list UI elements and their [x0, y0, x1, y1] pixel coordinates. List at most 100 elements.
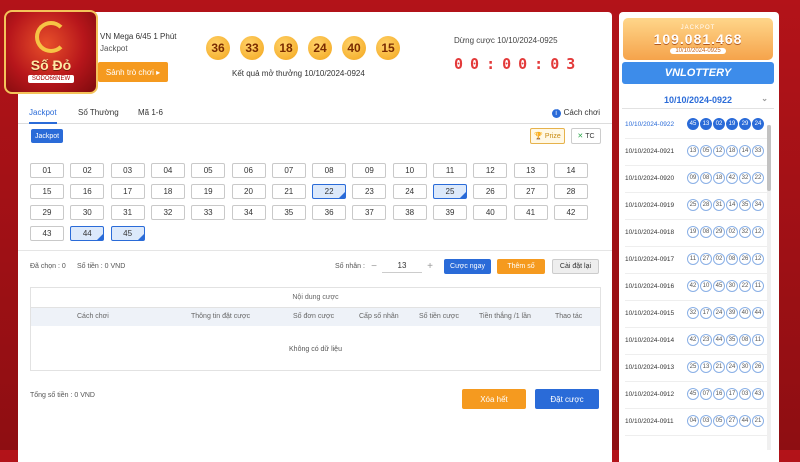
number-option[interactable]: 06	[231, 163, 266, 178]
number-option[interactable]: 29	[30, 205, 64, 220]
how-to-play-link[interactable]: i Cách chơi	[551, 108, 600, 118]
number-option[interactable]: 35	[271, 205, 306, 220]
history-row[interactable]: 10/10/2024-0921 13 05 12 18 14 33	[625, 145, 767, 161]
number-option[interactable]: 02	[70, 163, 105, 178]
number-option[interactable]: 26	[473, 184, 508, 199]
column-header: Cách chơi	[77, 313, 109, 320]
multiplier-input[interactable]	[382, 259, 422, 273]
number-option[interactable]: 30	[70, 205, 105, 220]
history-ball: 13	[700, 118, 712, 130]
number-option[interactable]: 04	[150, 163, 185, 178]
number-option[interactable]: 17	[110, 184, 145, 199]
history-row[interactable]: 10/10/2024-0922 45 13 02 19 29 24	[625, 118, 767, 134]
clear-all-button[interactable]: Xóa hết	[462, 389, 526, 409]
jackpot-pill[interactable]: Jackpot	[31, 129, 63, 143]
number-option[interactable]: 07	[271, 163, 306, 178]
number-option[interactable]: 42	[553, 205, 588, 220]
number-option[interactable]: 23	[352, 184, 387, 199]
history-draw-code: 10/10/2024-0918	[625, 229, 675, 236]
number-option[interactable]: 31	[110, 205, 145, 220]
divider	[18, 250, 612, 251]
number-option[interactable]: 40	[473, 205, 508, 220]
column-header: Thông tin đặt cược	[191, 313, 251, 320]
history-ball: 43	[752, 388, 764, 400]
add-number-button[interactable]: Thêm số	[497, 259, 545, 274]
history-draw-code: 10/10/2024-0917	[625, 256, 675, 263]
multiplier-minus-button[interactable]: −	[367, 259, 381, 273]
history-divider	[625, 300, 767, 301]
prize-button[interactable]: 🏆 Prize	[530, 128, 565, 144]
history-ball: 44	[752, 307, 764, 319]
countdown-digit: 0	[470, 55, 480, 73]
number-option[interactable]: 03	[110, 163, 145, 178]
number-option[interactable]: 18	[150, 184, 185, 199]
history-ball: 29	[713, 226, 725, 238]
number-option[interactable]: 13	[513, 163, 548, 178]
tab-normal-number[interactable]: Số Thường	[78, 108, 119, 117]
number-option[interactable]: 39	[433, 205, 467, 220]
history-draw-code: 10/10/2024-0911	[625, 418, 674, 425]
number-option[interactable]: 24	[392, 184, 427, 199]
history-row[interactable]: 10/10/2024-0917 11 27 02 08 26 12	[625, 253, 767, 269]
number-option[interactable]: 10	[392, 163, 427, 178]
number-option[interactable]: 11	[433, 163, 467, 178]
history-scrollbar[interactable]	[767, 125, 771, 450]
game-hall-button[interactable]: Sảnh trò chơi ▸	[98, 62, 168, 82]
draw-selector[interactable]: 10/10/2024-0922 ⌄	[622, 91, 774, 109]
history-row[interactable]: 10/10/2024-0918 19 08 29 02 32 12	[625, 226, 767, 242]
history-row[interactable]: 10/10/2024-0919 25 28 31 14 35 34	[625, 199, 767, 215]
history-ball: 19	[726, 118, 738, 130]
reset-button[interactable]: Cài đặt lại	[552, 259, 599, 274]
tc-button[interactable]: ✕ TC	[571, 128, 601, 144]
number-option[interactable]: 14	[553, 163, 588, 178]
history-row[interactable]: 10/10/2024-0916 42 10 45 30 22 11	[625, 280, 767, 296]
number-option[interactable]: 45	[110, 226, 145, 241]
history-row[interactable]: 10/10/2024-0911 04 03 05 27 44 21	[625, 415, 767, 431]
number-option[interactable]: 22	[312, 184, 347, 199]
history-ball: 09	[687, 172, 699, 184]
number-option[interactable]: 25	[433, 184, 467, 199]
number-option[interactable]: 01	[30, 163, 64, 178]
vnlottery-banner[interactable]: VNLOTTERY	[622, 62, 774, 84]
number-option[interactable]: 09	[352, 163, 387, 178]
result-ball: 40	[342, 36, 366, 60]
history-divider	[625, 273, 767, 274]
tab-code-1-6[interactable]: Mã 1-6	[138, 108, 163, 117]
number-option[interactable]: 27	[513, 184, 548, 199]
number-option[interactable]: 28	[553, 184, 588, 199]
history-row[interactable]: 10/10/2024-0914 42 23 44 35 08 11	[625, 334, 767, 350]
history-row[interactable]: 10/10/2024-0920 09 08 18 42 32 22	[625, 172, 767, 188]
number-option[interactable]: 41	[513, 205, 548, 220]
history-row[interactable]: 10/10/2024-0912 45 07 16 17 03 43	[625, 388, 767, 404]
history-ball: 26	[752, 361, 764, 373]
number-option[interactable]: 44	[70, 226, 105, 241]
number-option[interactable]: 19	[191, 184, 226, 199]
number-option[interactable]: 12	[473, 163, 508, 178]
number-option[interactable]: 15	[30, 184, 64, 199]
scroll-thumb[interactable]	[767, 125, 771, 191]
number-option[interactable]: 20	[231, 184, 266, 199]
number-option[interactable]: 32	[150, 205, 185, 220]
number-option[interactable]: 05	[191, 163, 226, 178]
jackpot-amount: 109.081.468	[653, 30, 743, 47]
number-option[interactable]: 37	[352, 205, 387, 220]
number-option[interactable]: 08	[312, 163, 347, 178]
number-option[interactable]: 43	[30, 226, 64, 241]
number-option[interactable]: 34	[231, 205, 266, 220]
number-option[interactable]: 38	[392, 205, 427, 220]
countdown-separator: :	[486, 55, 496, 73]
history-balls: 45 07 16 17 03 43	[687, 388, 764, 400]
number-option[interactable]: 16	[70, 184, 105, 199]
number-option[interactable]: 36	[312, 205, 347, 220]
history-ball: 42	[726, 172, 738, 184]
place-bet-button[interactable]: Đặt cược	[535, 389, 599, 409]
history-row[interactable]: 10/10/2024-0915 32 17 24 39 40 44	[625, 307, 767, 323]
multiplier-plus-button[interactable]: +	[423, 259, 437, 273]
number-option[interactable]: 21	[271, 184, 306, 199]
tab-jackpot[interactable]: Jackpot	[29, 108, 57, 124]
history-row[interactable]: 10/10/2024-0913 25 13 21 24 30 26	[625, 361, 767, 377]
column-header: Thao tác	[555, 313, 583, 320]
bet-now-button[interactable]: Cược ngay	[444, 259, 491, 274]
site-logo[interactable]: Số Đỏ SODO66NEW	[4, 10, 98, 94]
number-option[interactable]: 33	[191, 205, 226, 220]
